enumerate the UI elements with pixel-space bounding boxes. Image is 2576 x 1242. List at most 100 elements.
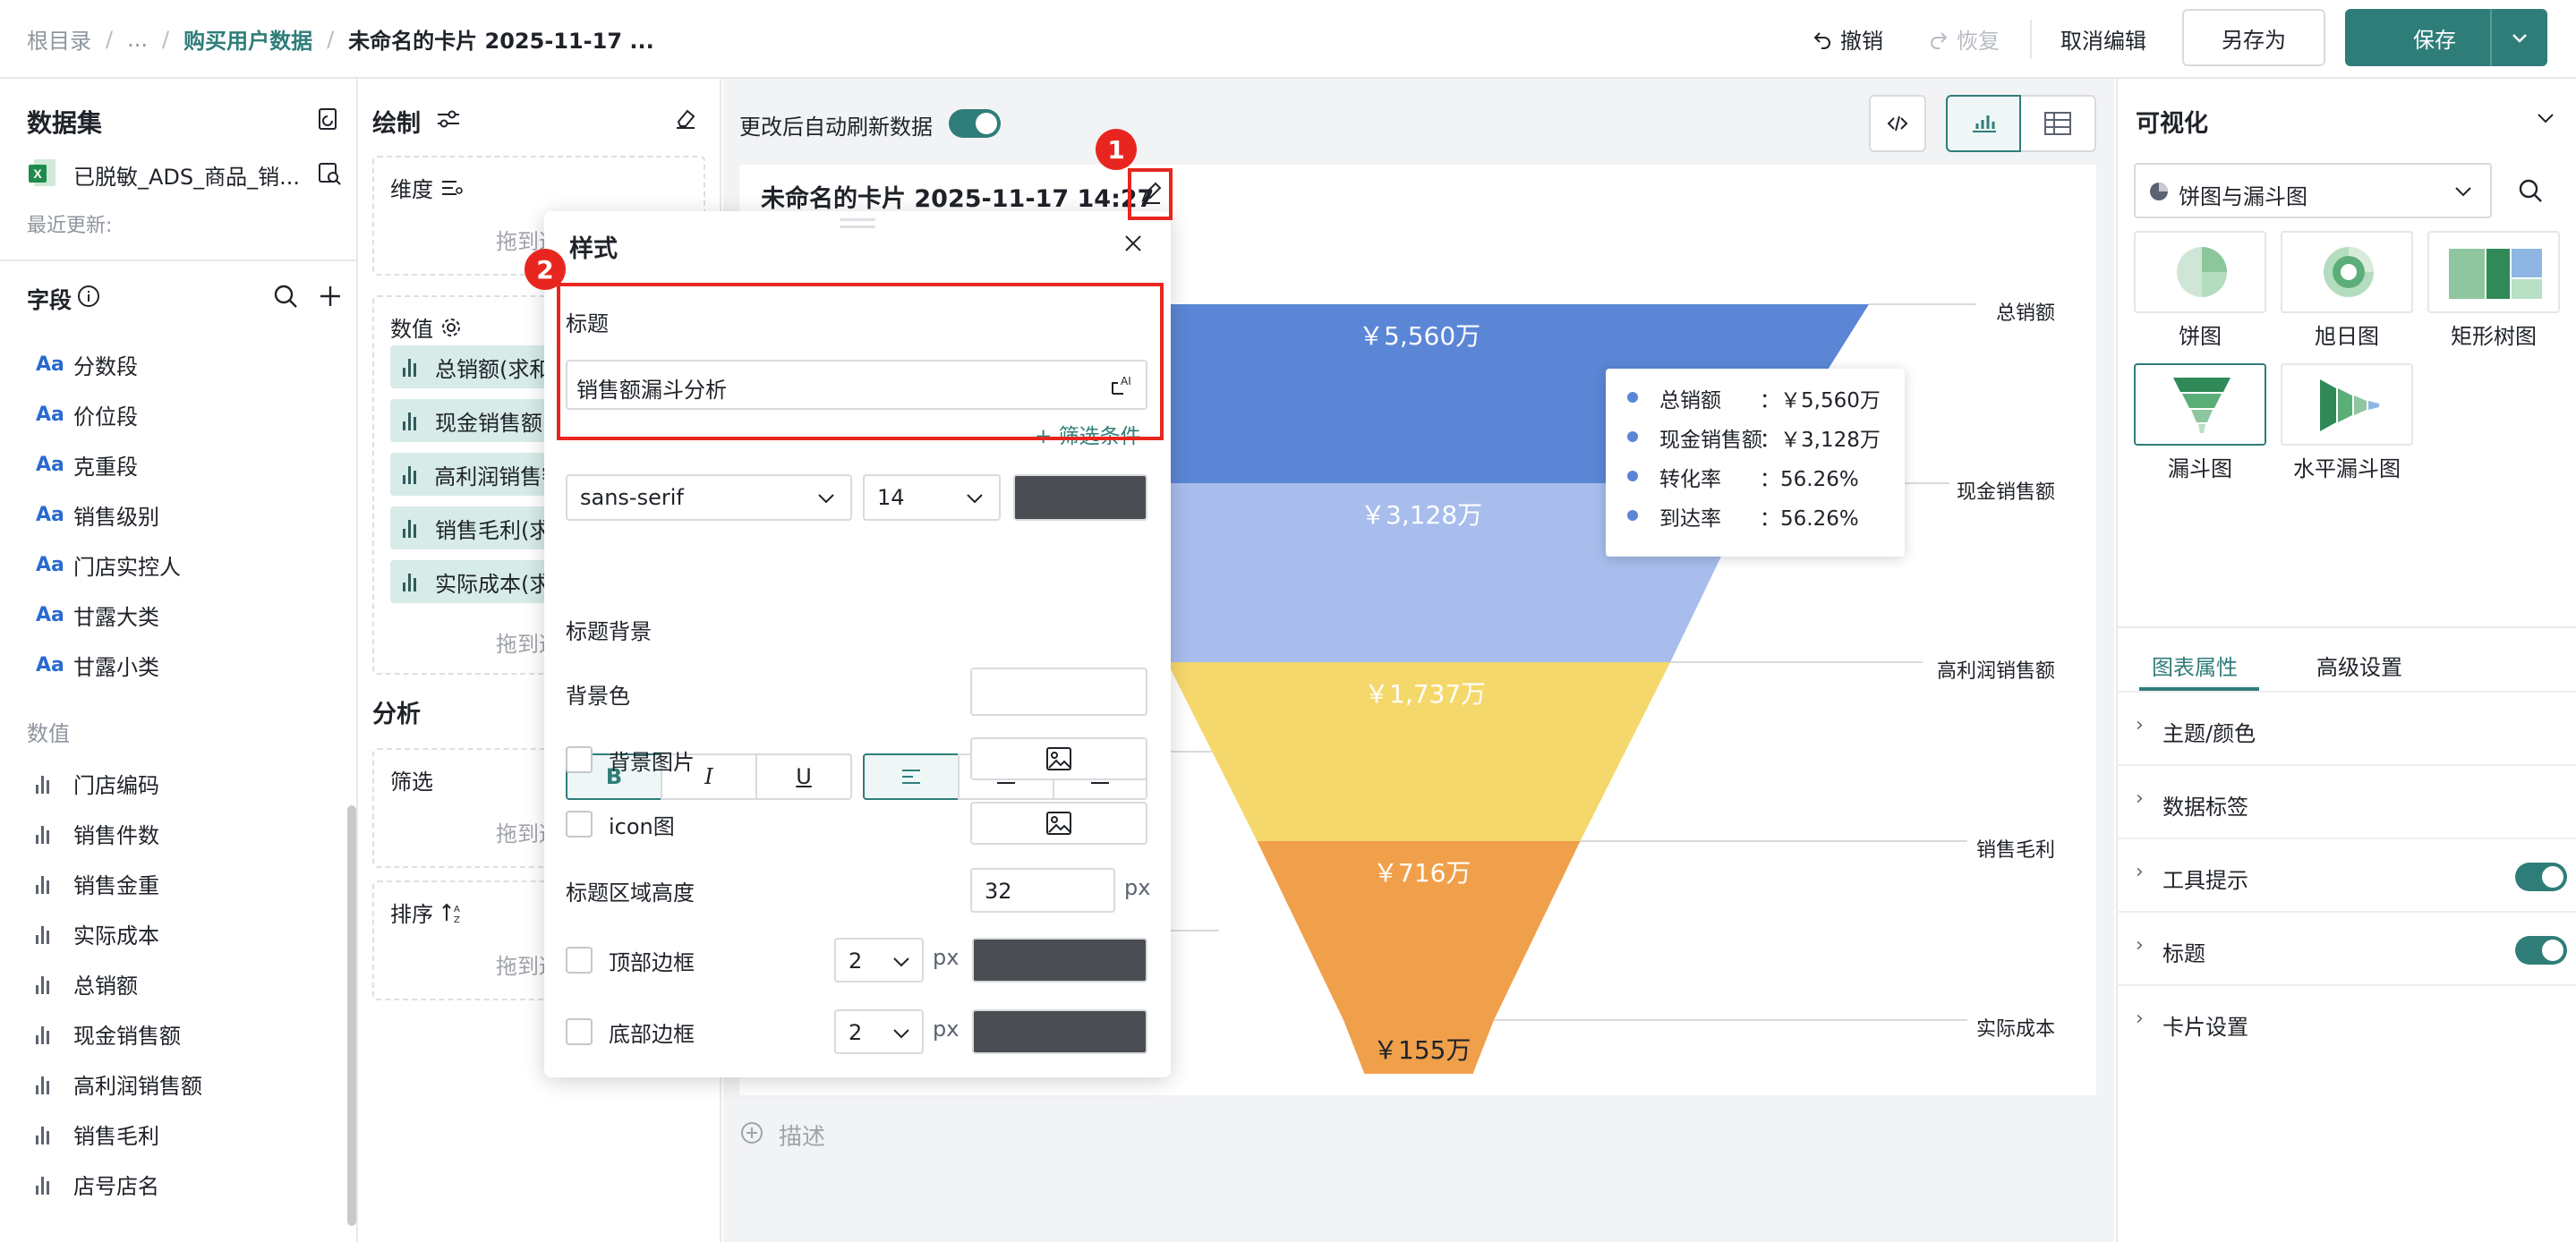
chart-type-funnel[interactable]	[2134, 363, 2266, 446]
area-height-input[interactable]: 32	[970, 868, 1115, 913]
tooltip-toggle[interactable]	[2515, 863, 2567, 891]
list-settings-icon[interactable]	[440, 178, 464, 198]
field-item[interactable]: Aa 甘露大类	[36, 600, 159, 631]
icon-image-checkbox[interactable]	[566, 811, 593, 838]
bottom-border-color-picker[interactable]	[972, 1009, 1147, 1054]
bg-image-checkbox[interactable]	[566, 746, 593, 773]
icon-image-upload[interactable]	[970, 802, 1147, 845]
search-icon[interactable]	[272, 283, 299, 310]
chart-type-sunburst[interactable]	[2281, 231, 2413, 313]
breadcrumb-ellipsis[interactable]: ...	[127, 27, 148, 52]
draw-title: 绘制	[372, 110, 421, 138]
title-bg-label: 标题背景	[566, 619, 652, 644]
field-item[interactable]: 门店编码	[36, 768, 159, 799]
redo-icon	[1931, 31, 1948, 49]
tooltip-name: 到达率	[1659, 507, 1721, 531]
field-item[interactable]: Aa 甘露小类	[36, 650, 159, 681]
bottom-border-width-select[interactable]: 2	[834, 1009, 924, 1054]
code-icon	[1887, 115, 1908, 132]
treemap-chart-icon	[2449, 249, 2542, 299]
gear-icon[interactable]	[440, 317, 462, 338]
excel-icon: X	[29, 159, 55, 186]
field-item[interactable]: Aa 价位段	[36, 399, 138, 430]
field-item[interactable]: Aa 门店实控人	[36, 549, 181, 581]
top-border-checkbox[interactable]	[566, 947, 593, 974]
chart-type-horizontal-funnel[interactable]	[2281, 363, 2413, 446]
auto-refresh-toggle[interactable]	[949, 109, 1001, 138]
redo-button[interactable]: 恢复	[1928, 23, 2000, 55]
image-icon	[1046, 747, 1071, 770]
field-item[interactable]: 实际成本	[36, 918, 159, 949]
field-item[interactable]: 总销额	[36, 968, 138, 1000]
bar-chart-icon	[36, 924, 73, 944]
chart-type-label: 水平漏斗图	[2293, 456, 2401, 481]
bg-image-upload[interactable]	[970, 737, 1147, 780]
dataset-preview-icon[interactable]	[317, 161, 342, 186]
section-tooltip[interactable]: › 工具提示	[2116, 839, 2576, 913]
section-card-settings[interactable]: › 卡片设置	[2116, 986, 2576, 1059]
eraser-icon[interactable]	[673, 106, 698, 131]
add-field-icon[interactable]	[317, 283, 344, 310]
annotation-box-title	[557, 283, 1164, 440]
bg-color-picker[interactable]	[970, 668, 1147, 716]
save-as-button[interactable]: 另存为	[2182, 9, 2325, 66]
field-item[interactable]: 现金销售额	[36, 1018, 181, 1050]
icon-image-label: icon图	[609, 814, 675, 839]
field-item[interactable]: 销售件数	[36, 818, 159, 849]
top-border-color-picker[interactable]	[972, 938, 1147, 983]
field-item[interactable]: Aa 分数段	[36, 349, 138, 380]
text-type-icon: Aa	[36, 654, 64, 676]
switch-dataset-icon[interactable]	[315, 106, 342, 132]
font-size-select[interactable]: 14	[863, 474, 1001, 521]
field-item[interactable]: 销售金重	[36, 868, 159, 899]
annotation-badge-2: 2	[525, 249, 566, 290]
search-icon[interactable]	[2517, 177, 2544, 204]
chart-type-pie[interactable]	[2134, 231, 2266, 313]
align-left-button[interactable]	[863, 753, 960, 800]
describe-link[interactable]: 描述	[779, 1119, 825, 1152]
title-toggle[interactable]	[2515, 936, 2567, 965]
field-item[interactable]: 销售毛利	[36, 1119, 159, 1150]
code-view-button[interactable]	[1869, 95, 1926, 152]
close-icon[interactable]	[1122, 233, 1144, 254]
bottom-border-checkbox[interactable]	[566, 1018, 593, 1045]
info-icon	[78, 285, 99, 307]
font-family-select[interactable]: sans-serif	[566, 474, 852, 521]
chart-view-button[interactable]	[1946, 95, 2021, 152]
chart-type-select[interactable]: 饼图与漏斗图	[2134, 163, 2492, 218]
dataset-name[interactable]: 已脱敏_ADS_商品_销...	[73, 159, 300, 191]
underline-button[interactable]: U	[755, 753, 852, 800]
card-title[interactable]: 未命名的卡片 2025-11-17 14:27	[761, 179, 1154, 214]
field-item[interactable]: Aa 克重段	[36, 449, 138, 481]
settings-sliders-icon[interactable]	[435, 106, 462, 132]
tab-advanced-settings[interactable]: 高级设置	[2316, 650, 2402, 681]
bar-chart-icon	[403, 518, 435, 538]
undo-button[interactable]: 撤销	[1812, 23, 1883, 55]
bottom-border-label: 底部边框	[609, 1022, 695, 1047]
chevron-down-icon[interactable]	[2535, 107, 2556, 129]
tab-chart-properties[interactable]: 图表属性	[2152, 650, 2238, 681]
text-type-icon: Aa	[36, 454, 64, 476]
bar-chart-icon	[36, 1025, 73, 1044]
add-description-icon[interactable]	[739, 1120, 764, 1145]
save-dropdown-button[interactable]	[2490, 9, 2547, 66]
chart-type-treemap[interactable]	[2427, 231, 2560, 313]
section-theme-color[interactable]: › 主题/颜色	[2116, 693, 2576, 766]
funnel-value-label: ￥716万	[1373, 858, 1471, 888]
breadcrumb-root[interactable]: 根目录	[27, 23, 91, 55]
cancel-edit-button[interactable]: 取消编辑	[2060, 23, 2146, 55]
drag-handle[interactable]	[840, 218, 875, 221]
chart-type-label: 旭日图	[2315, 324, 2379, 349]
text-color-picker[interactable]	[1013, 474, 1147, 521]
fields-scrollbar[interactable]	[347, 805, 356, 1226]
sort-icon[interactable]: AZ	[440, 901, 464, 924]
field-item[interactable]: Aa 销售级别	[36, 499, 159, 531]
breadcrumb-folder[interactable]: 购买用户数据	[183, 23, 312, 55]
section-title[interactable]: › 标题	[2116, 913, 2576, 986]
field-item[interactable]: 高利润销售额	[36, 1068, 202, 1100]
section-data-labels[interactable]: › 数据标签	[2116, 766, 2576, 839]
table-view-button[interactable]	[2021, 95, 2096, 152]
field-item[interactable]: 店号店名	[36, 1169, 159, 1200]
top-border-width-select[interactable]: 2	[834, 938, 924, 983]
svg-text:X: X	[33, 166, 42, 181]
